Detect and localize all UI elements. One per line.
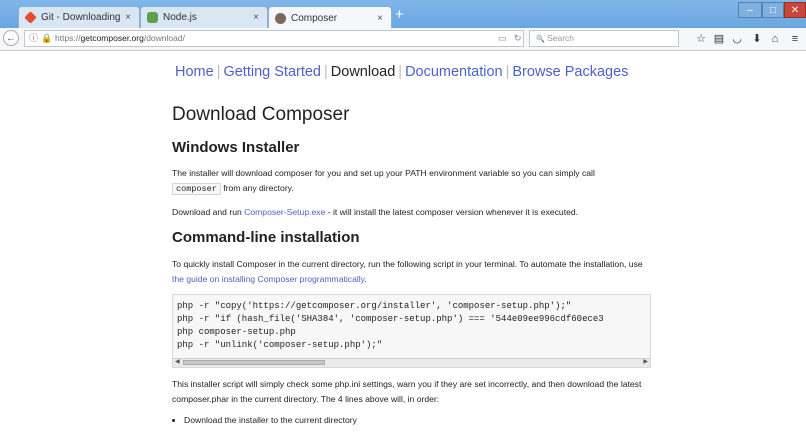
nav-download-current[interactable]: Download: [328, 64, 399, 80]
tab-close-icon[interactable]: ×: [373, 13, 387, 24]
url-prefix: https://: [55, 33, 81, 43]
nodejs-favicon-icon: [147, 12, 158, 23]
nav-home-link[interactable]: Home: [172, 64, 217, 80]
library-icon[interactable]: ▤: [712, 32, 726, 46]
nav-getting-started-link[interactable]: Getting Started: [220, 64, 324, 80]
download-text-a: Download and run: [172, 207, 242, 217]
scrollbar-thumb[interactable]: [183, 360, 325, 365]
code-line: php -r "if (hash_file('SHA384', 'compose…: [177, 314, 604, 324]
site-navigation: Home | Getting Started | Download | Documentat…: [172, 64, 631, 80]
tab-label: Git - Downloading Package: [41, 12, 121, 23]
composer-favicon-icon: [275, 12, 286, 24]
lock-icon: 🔒: [41, 33, 53, 43]
windows-installer-heading: Windows Installer: [172, 139, 300, 156]
code-line: php composer-setup.php: [177, 327, 296, 337]
url-text[interactable]: https://getcomposer.org/download/: [55, 31, 185, 46]
windows-download-paragraph: Download and run Composer-Setup.exe - it…: [172, 205, 652, 220]
list-item: Download the installer to the current di…: [184, 413, 357, 428]
url-path: /download/: [143, 33, 185, 43]
back-button[interactable]: ←: [3, 30, 19, 46]
installer-explanation: This installer script will simply check …: [172, 379, 642, 404]
cli-description: To quickly install Composer in the curre…: [172, 257, 652, 287]
bookmark-star-icon[interactable]: ☆: [694, 32, 708, 46]
scroll-left-icon[interactable]: ◀: [175, 358, 180, 365]
tab-label: Composer: [291, 12, 338, 24]
search-input[interactable]: 🔍 Search: [529, 30, 679, 47]
maximize-button[interactable]: □: [762, 2, 784, 18]
search-icon: 🔍: [536, 36, 545, 43]
browser-titlebar: Git - Downloading Package × Node.js × Co…: [0, 0, 806, 29]
pocket-icon[interactable]: ◡: [730, 32, 744, 46]
address-bar[interactable]: ⓘ 🔒 https://getcomposer.org/download/ ▭ …: [24, 30, 524, 47]
tab-close-icon[interactable]: ×: [249, 12, 263, 23]
nav-documentation-link[interactable]: Documentation: [402, 64, 506, 80]
programmatic-install-guide-link[interactable]: the guide on installing Composer program…: [172, 274, 364, 284]
url-domain: getcomposer.org: [80, 33, 144, 43]
windows-text-a: The installer will download composer for…: [172, 168, 595, 178]
menu-icon[interactable]: ≡: [788, 32, 802, 46]
windows-text-b: from any directory.: [223, 183, 294, 193]
nav-browse-packages-link[interactable]: Browse Packages: [509, 64, 631, 80]
tab-composer[interactable]: Composer ×: [268, 6, 392, 29]
minimize-button[interactable]: –: [738, 2, 762, 18]
search-placeholder: Search: [547, 33, 575, 43]
download-icon[interactable]: ⬇: [750, 32, 764, 46]
tab-close-icon[interactable]: ×: [121, 12, 135, 23]
cli-text-b: .: [364, 274, 367, 284]
new-tab-button[interactable]: +: [395, 7, 404, 23]
browser-toolbar: ← ⓘ 🔒 https://getcomposer.org/download/ …: [0, 28, 806, 51]
tab-nodejs[interactable]: Node.js ×: [140, 6, 268, 28]
code-line: php -r "copy('https://getcomposer.org/in…: [177, 301, 572, 311]
home-icon[interactable]: ⌂: [768, 32, 782, 46]
reload-icon[interactable]: ↻: [514, 31, 522, 46]
download-text-b: - it will install the latest composer ve…: [327, 207, 579, 217]
composer-inline-code: composer: [172, 183, 221, 195]
scroll-right-icon[interactable]: ▶: [643, 358, 648, 365]
page-title: Download Composer: [172, 104, 350, 125]
site-info-icon[interactable]: ⓘ: [29, 31, 38, 46]
reader-view-icon[interactable]: ▭: [498, 31, 507, 46]
cli-installation-heading: Command-line installation: [172, 229, 360, 246]
windows-installer-description: The installer will download composer for…: [172, 166, 652, 197]
close-window-button[interactable]: ✕: [784, 2, 806, 18]
tab-label: Node.js: [163, 12, 197, 23]
code-line: php -r "unlink('composer-setup.php');": [177, 340, 383, 350]
composer-setup-exe-link[interactable]: Composer-Setup.exe: [244, 207, 325, 217]
install-script-code-block[interactable]: php -r "copy('https://getcomposer.org/in…: [172, 294, 651, 368]
install-steps-list: Download the installer to the current di…: [172, 413, 357, 428]
cli-text-a: To quickly install Composer in the curre…: [172, 259, 643, 269]
tab-git[interactable]: Git - Downloading Package ×: [18, 6, 140, 28]
horizontal-scrollbar[interactable]: ◀ ▶: [173, 358, 650, 367]
git-favicon-icon: [24, 11, 37, 24]
